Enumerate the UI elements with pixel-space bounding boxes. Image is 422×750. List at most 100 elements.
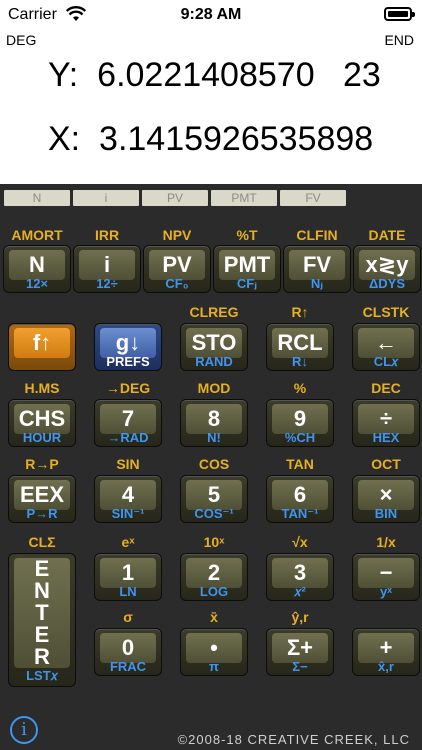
angle-mode-indicator: DEG: [6, 32, 37, 48]
shift-label: %: [293, 380, 307, 396]
digit-9-key[interactable]: 9 %CH: [266, 399, 334, 447]
chs-key[interactable]: CHS HOUR: [8, 399, 76, 447]
shift-label: DATE: [368, 227, 406, 243]
digit-7-key-sub: →RAD: [107, 430, 149, 445]
backspace-key-sub: CL𝑥: [373, 354, 399, 369]
pv-key[interactable]: PV CF₀: [143, 245, 211, 293]
tvm-status-tabs: Ni PV PMT FV: [4, 190, 418, 206]
digit-6-key[interactable]: 6 TAN⁻¹: [266, 475, 334, 523]
shift-label: eˣ: [121, 534, 135, 550]
add-key-sub: x̂,r: [378, 659, 394, 674]
rcl-key-sub: R↓: [292, 354, 308, 369]
backspace-key[interactable]: ← CL𝑥: [352, 323, 420, 371]
g-shift-key[interactable]: g↓ PREFS: [94, 323, 162, 371]
digit-7-key[interactable]: 7 →RAD: [94, 399, 162, 447]
shift-label: OCT: [371, 456, 401, 472]
digit-0-key[interactable]: 0 FRAC: [94, 628, 162, 676]
divide-key[interactable]: ÷ HEX: [352, 399, 420, 447]
enter-key-sub: LST𝑥: [26, 668, 58, 683]
x-value: 3.1415926535898: [99, 120, 374, 158]
info-icon[interactable]: i: [10, 716, 38, 744]
multiply-key-sub: BIN: [374, 506, 398, 521]
shift-label: COS: [198, 456, 230, 472]
shift-label: CLFIN: [296, 227, 338, 243]
fv-key-sub: Nⱼ: [310, 276, 324, 291]
shift-label: ŷ,r: [291, 609, 309, 625]
f-shift-key[interactable]: f↑: [8, 323, 76, 371]
pmt-key[interactable]: PMT CFⱼ: [213, 245, 281, 293]
digit-5-key-sub: COS⁻¹: [194, 506, 234, 521]
eex-key-sub: P→R: [26, 506, 58, 521]
y-register: Y: 6.0221408570 23: [48, 56, 381, 95]
shift-label: R→P: [25, 456, 59, 472]
digit-9-key-sub: %CH: [284, 430, 316, 445]
fv-key[interactable]: FV Nⱼ: [283, 245, 351, 293]
y-exponent: 23: [342, 56, 381, 94]
digit-4-key[interactable]: 4 SIN⁻¹: [94, 475, 162, 523]
digit-2-key[interactable]: 2 LOG: [180, 553, 248, 601]
pmt-key-sub: CFⱼ: [236, 276, 258, 291]
digit-8-key-sub: N!: [207, 430, 221, 445]
pv-key-sub: CF₀: [165, 276, 189, 291]
subtract-key-sub: yˣ: [380, 584, 392, 599]
digit-3-key[interactable]: 3 𝑥²: [266, 553, 334, 601]
shift-label: CLSTK: [362, 304, 410, 320]
tab-pv: PV: [142, 190, 208, 206]
decimal-key[interactable]: • π: [180, 628, 248, 676]
divide-key-sub: HEX: [372, 430, 400, 445]
swap-xy-key[interactable]: x≷y ΔDYS: [353, 245, 421, 293]
sto-key[interactable]: STO RAND: [180, 323, 248, 371]
shift-label: σ: [123, 609, 133, 625]
shift-label: H.MS: [24, 380, 60, 396]
digit-5-key[interactable]: 5 COS⁻¹: [180, 475, 248, 523]
enter-letter: N: [34, 578, 50, 603]
digit-1-key[interactable]: 1 LN: [94, 553, 162, 601]
x-label: X:: [48, 120, 81, 158]
shift-label: SIN: [116, 456, 140, 472]
copyright: ©2008-18 CREATIVE CREEK, LLC: [177, 732, 410, 747]
shift-label: √x: [292, 534, 308, 550]
enter-key-face: ENTER: [14, 558, 70, 668]
enter-key[interactable]: ENTER LST𝑥: [8, 553, 76, 687]
shift-label: CLΣ: [28, 534, 56, 550]
y-label: Y:: [48, 56, 79, 94]
sigma-plus-key[interactable]: Σ+ Σ−: [266, 628, 334, 676]
n-key[interactable]: N 12×: [3, 245, 71, 293]
enter-letter: R: [34, 644, 50, 669]
enter-letter: E: [34, 556, 50, 581]
enter-letter: E: [34, 622, 50, 647]
subtract-key[interactable]: − yˣ: [352, 553, 420, 601]
digit-3-key-sub: 𝑥²: [294, 584, 306, 599]
digit-8-key[interactable]: 8 N!: [180, 399, 248, 447]
tab-n: N: [4, 190, 70, 206]
shift-label: TAN: [286, 456, 314, 472]
shift-label: 1/x: [376, 534, 396, 550]
display-area: Carrier 9:28 AM DEG END Y: 6.0221408570 …: [0, 0, 422, 184]
chs-key-sub: HOUR: [22, 430, 62, 445]
digit-6-key-sub: TAN⁻¹: [281, 506, 319, 521]
shift-label: %T: [236, 227, 258, 243]
tab-fv: FV: [280, 190, 346, 206]
battery-icon: [384, 7, 415, 21]
n-key-sub: 12×: [25, 276, 49, 291]
tab-i: i: [73, 190, 139, 206]
decimal-key-sub: π: [209, 659, 219, 674]
add-key[interactable]: + x̂,r: [352, 628, 420, 676]
multiply-key[interactable]: × BIN: [352, 475, 420, 523]
tab-pmt: PMT: [211, 190, 277, 206]
rcl-key[interactable]: RCL R↓: [266, 323, 334, 371]
i-key[interactable]: i 12÷: [73, 245, 141, 293]
g-shift-key-sub: PREFS: [106, 354, 150, 369]
shift-label: MOD: [197, 380, 231, 396]
shift-label: AMORT: [11, 227, 63, 243]
payment-mode-indicator: END: [384, 32, 414, 48]
shift-label: DEC: [371, 380, 401, 396]
shift-label: 10ˣ: [203, 534, 225, 550]
eex-key[interactable]: EEX P→R: [8, 475, 76, 523]
digit-2-key-sub: LOG: [199, 584, 229, 599]
shift-label: →DEG: [105, 380, 151, 396]
digit-0-key-sub: FRAC: [109, 659, 147, 674]
shift-label: CLREG: [189, 304, 239, 320]
digit-1-key-sub: LN: [119, 584, 137, 599]
y-value: 6.0221408570: [97, 56, 315, 94]
